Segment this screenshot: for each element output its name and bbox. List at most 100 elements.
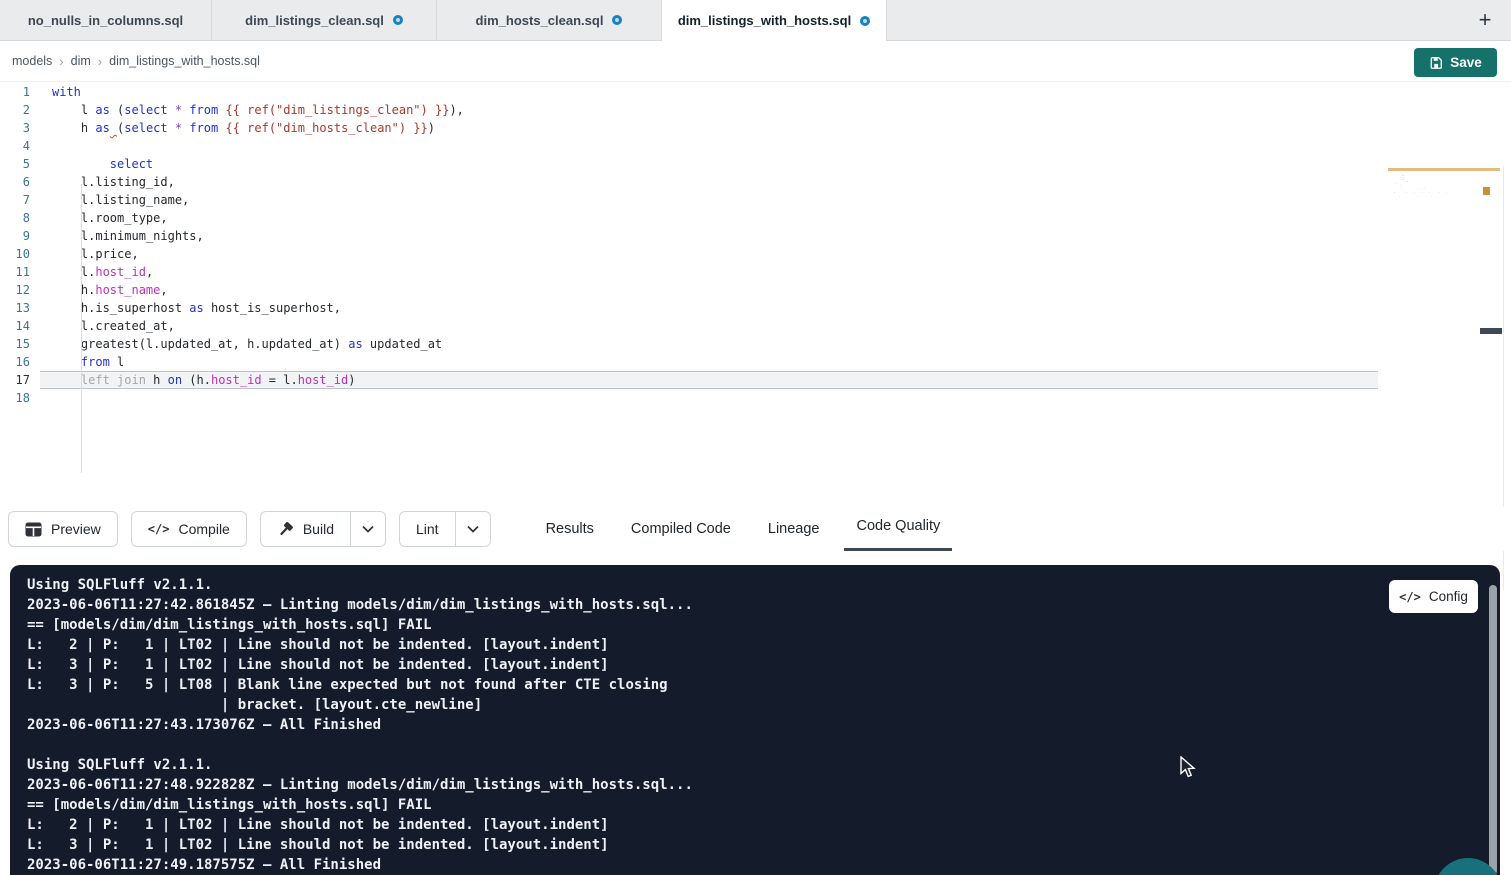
code-text: l.listing_id, (40, 173, 1378, 191)
code-line[interactable]: 9 l.minimum_nights, (0, 227, 1511, 245)
code-text: select (40, 155, 1378, 173)
editor-tab[interactable]: dim_hosts_clean.sql (437, 0, 662, 40)
tab-code-quality[interactable]: Code Quality (854, 507, 942, 551)
new-tab-button[interactable]: + (1471, 6, 1499, 34)
config-button[interactable]: </> Config (1389, 580, 1478, 613)
code-text: h.is_superhost as host_is_superhost, (40, 299, 1378, 317)
build-button-group: Build (260, 511, 386, 547)
code-text: l.host_id, (40, 263, 1378, 281)
code-text: h.host_name, (40, 281, 1378, 299)
code-line[interactable]: 15 greatest(l.updated_at, h.updated_at) … (0, 335, 1511, 353)
minimap[interactable]: with l as (select * from {{ ref("dim_lis… (1389, 166, 1465, 199)
scrollbar-cursor-marker (1480, 328, 1502, 334)
compile-button[interactable]: </> Compile (131, 511, 247, 547)
panel-tabs: Results Compiled Code Lineage Code Quali… (544, 507, 943, 551)
lint-button[interactable]: Lint (399, 511, 456, 547)
line-number: 3 (0, 119, 40, 137)
line-number: 5 (0, 155, 40, 173)
table-icon (25, 522, 42, 537)
code-line[interactable]: 4 (0, 137, 1511, 155)
tab-results[interactable]: Results (544, 507, 596, 551)
editor-tab[interactable]: dim_listings_clean.sql (212, 0, 437, 40)
terminal-line: 2023-06-06T11:27:43.173076Z – All Finish… (27, 715, 1500, 735)
minimap-highlight (1388, 168, 1500, 171)
editor-tab[interactable]: dim_listings_with_hosts.sql (662, 0, 887, 41)
code-text: left join h on (h.host_id = l.host_id) (40, 371, 1378, 389)
tab-strip: no_nulls_in_columns.sql dim_listings_clea… (0, 0, 887, 40)
terminal-line: L: 3 | P: 1 | LT02 | Line should not be … (27, 835, 1500, 855)
code-line[interactable]: 11 l.host_id, (0, 263, 1511, 281)
terminal-line: L: 3 | P: 1 | LT02 | Line should not be … (27, 655, 1500, 675)
code-text (40, 389, 1378, 407)
code-line[interactable]: 6 l.listing_id, (0, 173, 1511, 191)
line-number: 17 (0, 371, 40, 389)
code-line[interactable]: 1with (0, 83, 1511, 101)
build-button[interactable]: Build (260, 511, 351, 547)
code-line[interactable]: 2 l as (select * from {{ ref("dim_listin… (0, 101, 1511, 119)
breadcrumb-item-models[interactable]: models (12, 54, 52, 68)
terminal-line: 2023-06-06T11:27:49.187575Z – All Finish… (27, 855, 1500, 875)
code-line[interactable]: 18 (0, 389, 1511, 407)
line-number: 7 (0, 191, 40, 209)
code-line[interactable]: 14 l.created_at, (0, 317, 1511, 335)
terminal-line: L: 2 | P: 1 | LT02 | Line should not be … (27, 635, 1500, 655)
code-icon: </> (148, 522, 170, 536)
code-line[interactable]: 16 from l (0, 353, 1511, 371)
line-number: 6 (0, 173, 40, 191)
tab-lineage[interactable]: Lineage (766, 507, 822, 551)
terminal-scrollbar[interactable] (1489, 585, 1497, 875)
code-text: greatest(l.updated_at, h.updated_at) as … (40, 335, 1378, 353)
editor-tab-label: dim_hosts_clean.sql (476, 13, 604, 28)
code-line[interactable]: 10 l.price, (0, 245, 1511, 263)
terminal-lines: Using SQLFluff v2.1.1. 2023-06-06T11:27:4… (27, 575, 1500, 875)
modified-dot-icon (393, 15, 403, 25)
save-button[interactable]: Save (1414, 48, 1497, 77)
line-number: 14 (0, 317, 40, 335)
action-toolbar: Preview </> Compile Build Lint (0, 507, 1511, 551)
code-line[interactable]: 8 l.room_type, (0, 209, 1511, 227)
build-menu-button[interactable] (351, 511, 386, 547)
terminal-line: == [models/dim/dim_listings_with_hosts.s… (27, 615, 1500, 635)
breadcrumb-separator-icon: › (59, 54, 63, 69)
code-text: l.created_at, (40, 317, 1378, 335)
editor-tab[interactable]: no_nulls_in_columns.sql (0, 0, 212, 40)
editor-tab-label: dim_listings_with_hosts.sql (678, 13, 851, 28)
lint-menu-button[interactable] (456, 511, 491, 547)
terminal-line: Using SQLFluff v2.1.1. (27, 755, 1500, 775)
code-line[interactable]: 12 h.host_name, (0, 281, 1511, 299)
tab-compiled-code[interactable]: Compiled Code (629, 507, 733, 551)
editor-tab-label: no_nulls_in_columns.sql (28, 13, 183, 28)
breadcrumb-item-file: dim_listings_with_hosts.sql (109, 54, 260, 68)
floppy-icon (1429, 56, 1443, 70)
terminal-line (27, 735, 1500, 755)
code-text: l.minimum_nights, (40, 227, 1378, 245)
modified-dot-icon (612, 15, 622, 25)
editor-tab-label: dim_listings_clean.sql (245, 13, 384, 28)
line-number: 8 (0, 209, 40, 227)
code-line[interactable]: 13 h.is_superhost as host_is_superhost, (0, 299, 1511, 317)
breadcrumb-separator-icon: › (98, 54, 102, 69)
lint-button-group: Lint (399, 511, 491, 547)
terminal-line: L: 2 | P: 1 | LT02 | Line should not be … (27, 815, 1500, 835)
code-text: with (40, 83, 1378, 101)
line-number: 4 (0, 137, 40, 155)
breadcrumb-item-dim[interactable]: dim (71, 54, 91, 68)
indent-guide (81, 184, 82, 473)
code-text: h as (select * from {{ ref("dim_hosts_cl… (40, 119, 1378, 137)
code-line[interactable]: 7 l.listing_name, (0, 191, 1511, 209)
terminal-output[interactable]: Using SQLFluff v2.1.1. 2023-06-06T11:27:4… (10, 565, 1500, 875)
code-line[interactable]: 3 h as (select * from {{ ref("dim_hosts_… (0, 119, 1511, 137)
terminal-line: Using SQLFluff v2.1.1. (27, 575, 1500, 595)
code-text: l.price, (40, 245, 1378, 263)
code-text: l.listing_name, (40, 191, 1378, 209)
line-number: 9 (0, 227, 40, 245)
code-line[interactable]: 5 select (0, 155, 1511, 173)
code-line[interactable]: 17 left join h on (h.host_id = l.host_id… (0, 371, 1511, 389)
preview-button[interactable]: Preview (8, 511, 118, 547)
terminal-line: L: 3 | P: 5 | LT08 | Blank line expected… (27, 675, 1500, 695)
line-number: 16 (0, 353, 40, 371)
editor-tab-bar: no_nulls_in_columns.sql dim_listings_clea… (0, 0, 1511, 41)
line-number: 1 (0, 83, 40, 101)
terminal-line: | bracket. [layout.cte_newline] (27, 695, 1500, 715)
code-editor[interactable]: 1with2 l as (select * from {{ ref("dim_l… (0, 83, 1511, 507)
